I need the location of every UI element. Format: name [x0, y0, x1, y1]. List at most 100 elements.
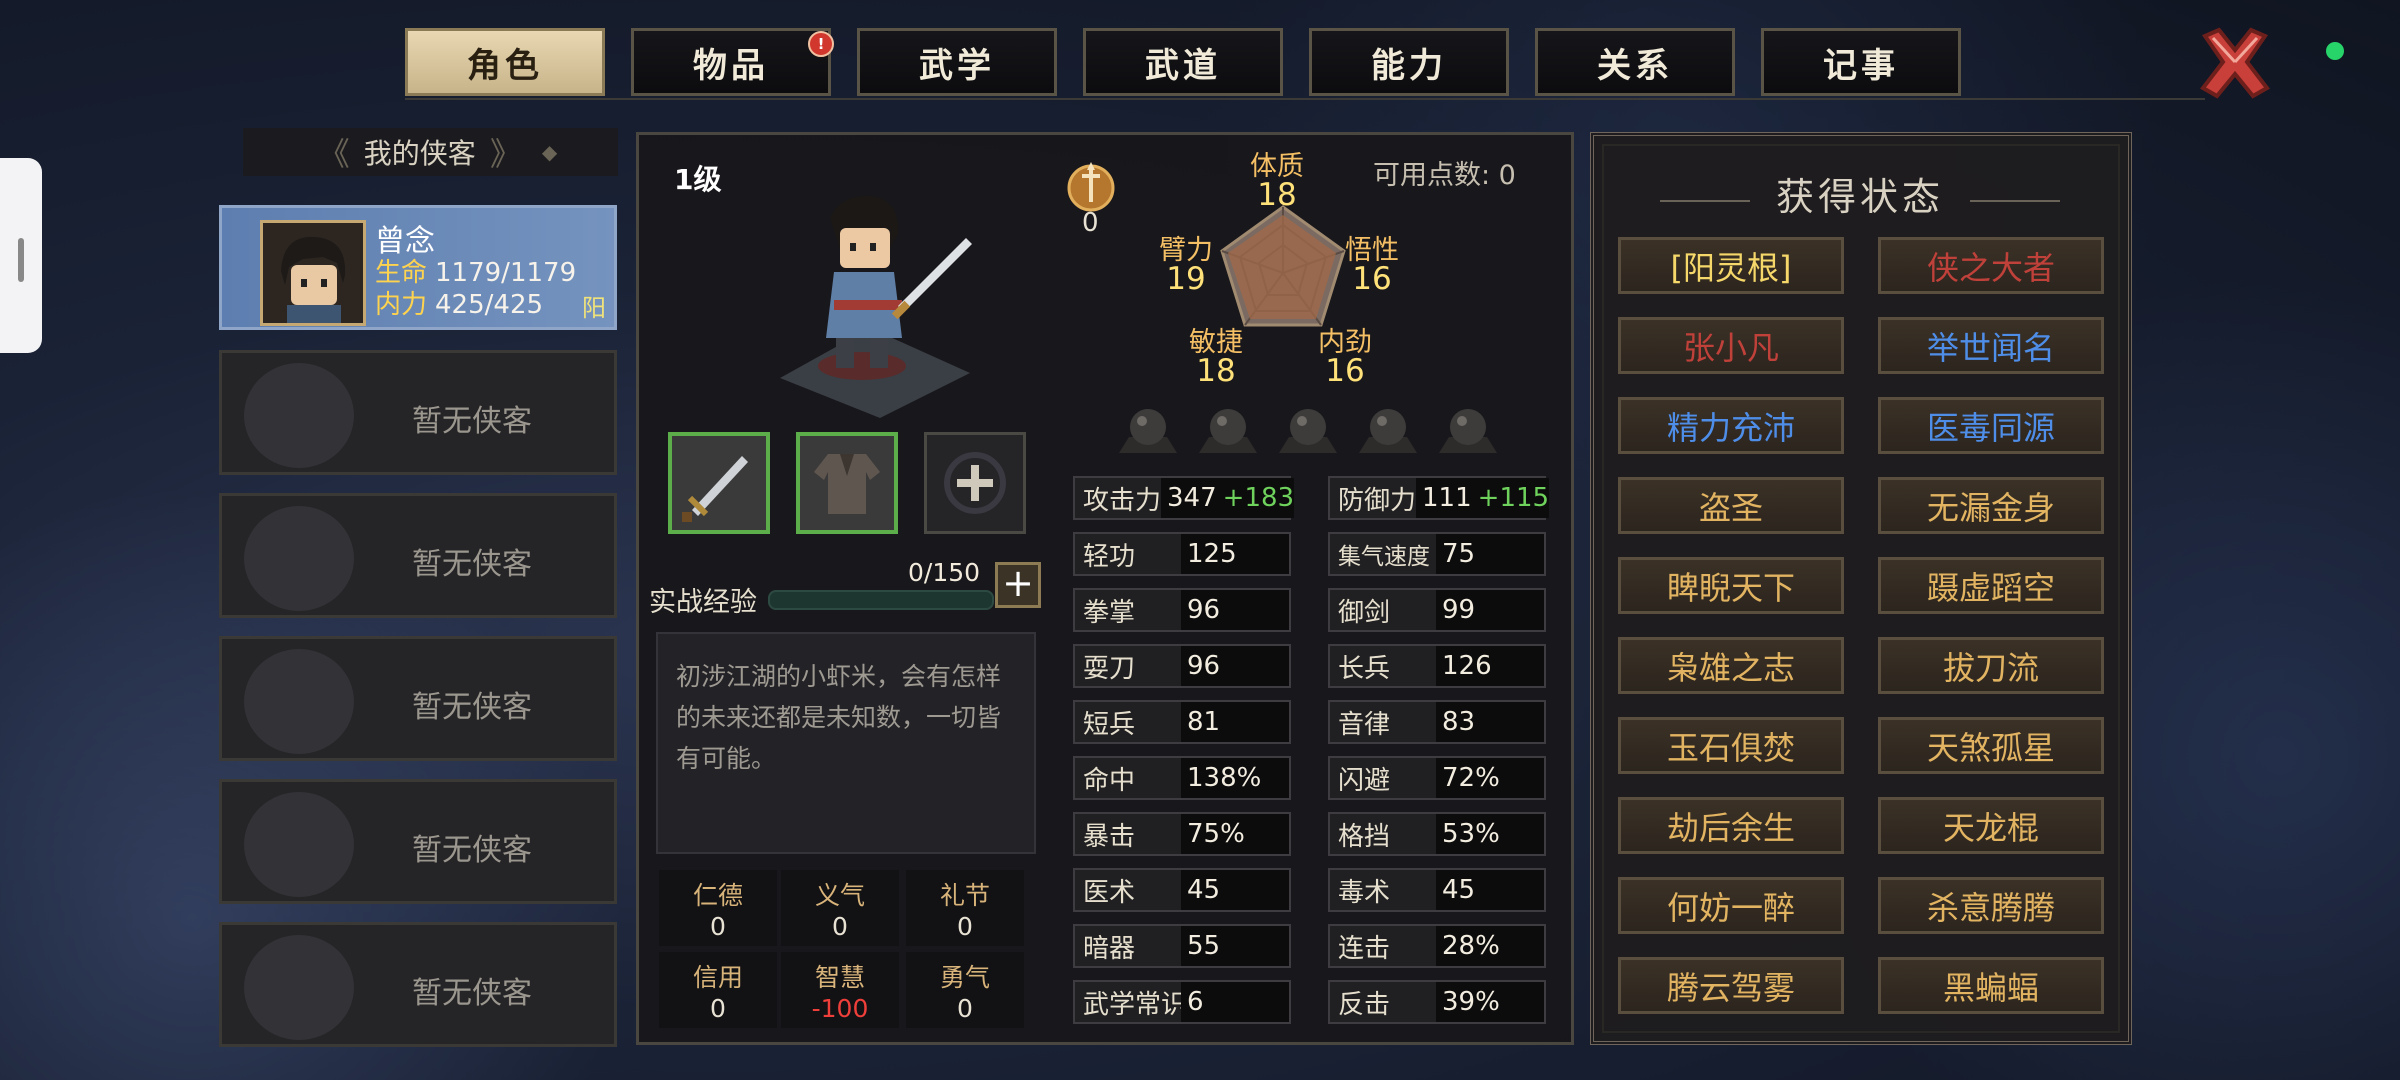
attr-agility: 敏捷 18	[1189, 328, 1243, 387]
tab-journal[interactable]: 记事	[1761, 28, 1961, 96]
stat-item: 反击 39%	[1328, 980, 1546, 1024]
hero-slot-empty[interactable]: 暂无侠客	[219, 636, 617, 761]
status-chip[interactable]: 天煞孤星	[1878, 717, 2104, 774]
close-icon[interactable]	[2195, 22, 2275, 102]
chevron-left-icon[interactable]: 《	[318, 129, 350, 175]
hero-slot-empty[interactable]: 暂无侠客	[219, 493, 617, 618]
silhouette-icon	[244, 363, 354, 468]
add-exp-button[interactable]: +	[995, 562, 1041, 608]
stat-label: 武学常识	[1083, 989, 1188, 1020]
stat-item: 格挡 53%	[1328, 812, 1546, 856]
stat-label: 毒术	[1338, 877, 1391, 908]
stat-label: 集气速度	[1338, 544, 1430, 570]
attr-inner-strength: 内劲 16	[1318, 328, 1372, 387]
status-chip[interactable]: 玉石俱焚	[1618, 717, 1844, 774]
stat-value: 72%	[1436, 758, 1544, 798]
stat-label: 暗器	[1083, 933, 1136, 964]
sword-icon	[682, 456, 748, 522]
stat-item: 毒术 45	[1328, 868, 1546, 912]
hero-slot-empty[interactable]: 暂无侠客	[219, 922, 617, 1047]
title-ornament-right	[1970, 200, 2060, 202]
stat-value: 83	[1436, 702, 1544, 742]
sword-medal-icon[interactable]	[1064, 158, 1118, 212]
tab-items[interactable]: 物品!	[631, 28, 834, 96]
hero-slot-empty[interactable]: 暂无侠客	[219, 350, 617, 475]
stat-item: 长兵 126	[1328, 644, 1546, 688]
stat-item: 轻功 125	[1073, 532, 1291, 576]
tab-relations[interactable]: 关系	[1535, 28, 1735, 96]
hero-list-title: 我的侠客	[363, 137, 476, 170]
attr-value: 16	[1352, 261, 1392, 297]
status-chip[interactable]: [阳灵根]	[1618, 237, 1844, 294]
status-chip[interactable]: 医毒同源	[1878, 397, 2104, 454]
stat-value: 96	[1181, 590, 1289, 630]
stat-item: 连击 28%	[1328, 924, 1546, 968]
orb-slot-icon[interactable]	[1357, 403, 1419, 455]
status-chip[interactable]: 张小凡	[1618, 317, 1844, 374]
tab-character[interactable]: 角色	[405, 28, 605, 96]
status-chip[interactable]: 杀意腾腾	[1878, 877, 2104, 934]
empty-slot-label: 暂无侠客	[412, 690, 532, 725]
equip-slot-weapon[interactable]	[668, 432, 770, 534]
stat-value: 28%	[1436, 926, 1544, 966]
attr-strength: 臂力 19	[1159, 236, 1213, 297]
hero-description: 初涉江湖的小虾米，会有怎样的未来还都是未知数，一切皆有可能。	[656, 632, 1036, 854]
hero-level: 1级	[674, 163, 722, 196]
stat-label: 反击	[1338, 989, 1391, 1020]
stat-value: 96	[1181, 646, 1289, 686]
equip-slot-accessory-add[interactable]	[924, 432, 1026, 534]
status-chip[interactable]: 侠之大者	[1878, 237, 2104, 294]
edge-drawer-handle[interactable]	[0, 158, 42, 353]
stat-item: 集气速度 75	[1328, 532, 1546, 576]
stat-label: 暴击	[1083, 821, 1136, 852]
silhouette-icon	[244, 506, 354, 611]
stat-label: 轻功	[1083, 541, 1136, 572]
attr-comprehension: 悟性 16	[1345, 236, 1399, 297]
stat-value: 99	[1436, 590, 1544, 630]
status-chip[interactable]: 睥睨天下	[1618, 557, 1844, 614]
stat-label: 闪避	[1338, 765, 1391, 796]
equip-slot-armor[interactable]	[796, 432, 898, 534]
stat-label: 音律	[1338, 709, 1391, 740]
status-chip[interactable]: 劫后余生	[1618, 797, 1844, 854]
stat-item: 医术 45	[1073, 868, 1291, 912]
status-chip[interactable]: 拔刀流	[1878, 637, 2104, 694]
hero-slot-empty[interactable]: 暂无侠客	[219, 779, 617, 904]
tab-abilities[interactable]: 能力	[1309, 28, 1509, 96]
virtue-item: 智慧 -100	[781, 952, 899, 1028]
status-chip[interactable]: 黑蝙蝠	[1878, 957, 2104, 1014]
stat-value: 126	[1436, 646, 1544, 686]
status-chip[interactable]: 枭雄之志	[1618, 637, 1844, 694]
empty-slot-label: 暂无侠客	[412, 976, 532, 1011]
stat-value: 81	[1181, 702, 1289, 742]
orb-slot-icon[interactable]	[1117, 403, 1179, 455]
status-chip[interactable]: 精力充沛	[1618, 397, 1844, 454]
status-chip[interactable]: 腾云驾雾	[1618, 957, 1844, 1014]
stat-item: 命中 138%	[1073, 756, 1291, 800]
stat-bonus: +115	[1477, 483, 1550, 513]
stat-label: 医术	[1083, 877, 1136, 908]
orb-slot-icon[interactable]	[1277, 403, 1339, 455]
attribute-radar-chart	[1220, 205, 1346, 327]
chevron-right-icon[interactable]: 》	[490, 129, 522, 175]
virtue-name: 义气	[814, 881, 865, 910]
virtue-value: -100	[811, 994, 869, 1023]
virtue-value: 0	[832, 912, 848, 941]
orb-slot-icon[interactable]	[1197, 403, 1259, 455]
status-chip[interactable]: 天龙棍	[1878, 797, 2104, 854]
hero-slot-selected[interactable]: 曾念 生命 1179/1179 内力 425/425 阳	[219, 205, 617, 330]
status-chip[interactable]: 蹑虚蹈空	[1878, 557, 2104, 614]
status-chip[interactable]: 无漏金身	[1878, 477, 2104, 534]
orb-slot-icon[interactable]	[1437, 403, 1499, 455]
stat-defense: 防御力 111 +115	[1328, 476, 1550, 520]
status-chip[interactable]: 举世闻名	[1878, 317, 2104, 374]
stat-item: 武学常识 6	[1073, 980, 1291, 1024]
stat-label: 攻击力	[1083, 485, 1162, 516]
attr-value: 19	[1166, 261, 1206, 297]
tab-martial-arts[interactable]: 武学	[857, 28, 1057, 96]
attr-constitution: 体质 18	[1250, 152, 1304, 211]
stat-value: 347 +183	[1161, 478, 1295, 518]
status-chip[interactable]: 何妨一醉	[1618, 877, 1844, 934]
tab-martial-way[interactable]: 武道	[1083, 28, 1283, 96]
status-chip[interactable]: 盗圣	[1618, 477, 1844, 534]
